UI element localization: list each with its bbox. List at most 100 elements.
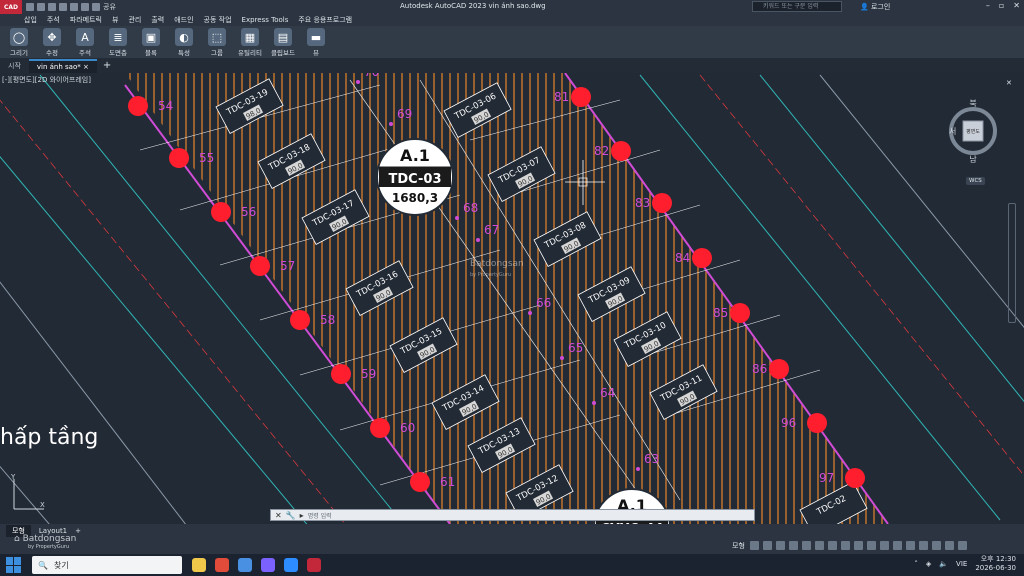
ribbon-button-layers[interactable]: ≣ 도면층 <box>103 26 133 58</box>
ribbon-button-properties[interactable]: ◐ 특성 <box>169 26 199 58</box>
boundary-marker[interactable] <box>290 310 310 330</box>
units-icon[interactable] <box>893 541 902 550</box>
lineweight-icon[interactable] <box>828 541 837 550</box>
add-tab-button[interactable]: + <box>97 60 117 71</box>
viewcube-compass[interactable]: 평면도 북 서 남 <box>946 95 1002 165</box>
ribbon-button-draw[interactable]: ◯ 그리기 <box>4 26 34 58</box>
tab-insert[interactable]: 삽입 <box>24 15 37 25</box>
otrack-icon[interactable] <box>815 541 824 550</box>
command-line[interactable]: ✕ 🔧 ▸ 명령 입력 <box>270 509 755 521</box>
tab-parametric[interactable]: 파라메트릭 <box>70 15 102 25</box>
new-file-icon[interactable] <box>26 3 34 11</box>
tab-annotate[interactable]: 주석 <box>47 15 60 25</box>
viewport-close-icon[interactable]: ✕ <box>1006 79 1012 87</box>
language-indicator[interactable]: VIE <box>956 560 967 568</box>
block-label[interactable]: A.1 TDC-03 1680,3 <box>376 138 454 216</box>
maximize-icon[interactable]: ▫ <box>999 1 1004 10</box>
model-space-button[interactable]: 모형 <box>732 541 745 551</box>
minimize-icon[interactable]: – <box>986 1 990 10</box>
viewport-controls[interactable]: [-][평면도][2D 와이어프레임] <box>2 75 91 85</box>
login-button[interactable]: 👤 로그인 <box>860 2 890 12</box>
file-explorer-icon[interactable] <box>192 558 206 572</box>
tab-file[interactable]: vin ánh sao* × <box>28 58 97 73</box>
command-history-icon[interactable]: ▸ <box>300 511 304 520</box>
boundary-marker[interactable] <box>211 202 231 222</box>
transparency-icon[interactable] <box>841 541 850 550</box>
boundary-marker[interactable] <box>807 413 827 433</box>
tab-collaborate[interactable]: 공동 작업 <box>204 15 232 25</box>
boundary-marker[interactable] <box>128 96 148 116</box>
boundary-marker[interactable] <box>370 418 390 438</box>
boundary-marker[interactable] <box>692 248 712 268</box>
autocad-logo-icon[interactable]: CAD <box>0 0 22 14</box>
ribbon-button-annotation[interactable]: A 주석 <box>70 26 100 58</box>
command-input[interactable]: 명령 입력 <box>308 511 332 520</box>
polar-icon[interactable] <box>789 541 798 550</box>
customize-icon[interactable] <box>958 541 967 550</box>
ribbon-button-utilities[interactable]: ▦ 유틸리티 <box>235 26 265 58</box>
boundary-marker[interactable] <box>331 364 351 384</box>
save-as-icon[interactable] <box>59 3 67 11</box>
redo-icon[interactable] <box>92 3 100 11</box>
tab-manage[interactable]: 관리 <box>128 15 141 25</box>
close-tab-icon[interactable]: × <box>83 63 89 71</box>
tray-arrow-icon[interactable]: ˄ <box>914 560 918 568</box>
quick-properties-icon[interactable] <box>906 541 915 550</box>
save-icon[interactable] <box>48 3 56 11</box>
boundary-marker[interactable] <box>571 87 591 107</box>
boundary-marker[interactable] <box>410 472 430 492</box>
help-search-input[interactable]: 키워드 또는 구문 입력 <box>752 1 842 12</box>
workspace-icon[interactable] <box>880 541 889 550</box>
boundary-marker[interactable] <box>845 468 865 488</box>
grid-icon[interactable] <box>750 541 759 550</box>
zoom-icon[interactable] <box>284 558 298 572</box>
isolate-icon[interactable] <box>919 541 928 550</box>
clean-screen-icon[interactable] <box>945 541 954 550</box>
ribbon-button-view[interactable]: ▬ 뷰 <box>301 26 331 58</box>
boundary-marker[interactable] <box>611 141 631 161</box>
wcs-menu[interactable]: WCS <box>966 177 985 185</box>
navigation-bar[interactable] <box>1008 203 1016 323</box>
annotation-scale-icon[interactable] <box>867 541 876 550</box>
ribbon-tabs: 삽입 주석 파라메트릭 뷰 관리 출력 애드인 공동 작업 Express To… <box>0 14 1024 26</box>
boundary-marker[interactable] <box>769 359 789 379</box>
network-icon[interactable]: ◈ <box>926 560 931 568</box>
print-icon[interactable] <box>70 3 78 11</box>
tab-express-tools[interactable]: Express Tools <box>242 16 289 24</box>
selection-cycling-icon[interactable] <box>854 541 863 550</box>
open-file-icon[interactable] <box>37 3 45 11</box>
osnap-icon[interactable] <box>802 541 811 550</box>
tab-featured-apps[interactable]: 주요 응용프로그램 <box>298 15 352 25</box>
chrome-icon[interactable] <box>215 558 229 572</box>
tab-start[interactable]: 시작 <box>0 61 29 71</box>
close-command-icon[interactable]: ✕ <box>275 511 282 520</box>
ribbon-button-clipboard[interactable]: ▤ 클립보드 <box>268 26 298 58</box>
command-settings-icon[interactable]: 🔧 <box>286 511 296 520</box>
remote-desktop-icon[interactable] <box>238 558 252 572</box>
ribbon-button-block[interactable]: ▣ 블록 <box>136 26 166 58</box>
undo-icon[interactable] <box>81 3 89 11</box>
point-number: 81 <box>554 90 569 104</box>
boundary-marker[interactable] <box>250 256 270 276</box>
close-icon[interactable]: ✕ <box>1013 1 1020 10</box>
boundary-marker[interactable] <box>730 303 750 323</box>
ribbon-button-modify[interactable]: ✥ 수정 <box>37 26 67 58</box>
drawing-svg[interactable]: TDC-03-1998,0TDC-03-1890,0TDC-03-1790,0T… <box>0 73 1024 524</box>
ribbon-button-group[interactable]: ⬚ 그룹 <box>202 26 232 58</box>
hardware-accel-icon[interactable] <box>932 541 941 550</box>
autocad-taskbar-icon[interactable] <box>307 558 321 572</box>
volume-icon[interactable]: 🔈 <box>939 560 948 568</box>
ortho-icon[interactable] <box>776 541 785 550</box>
tab-view[interactable]: 뷰 <box>112 15 118 25</box>
boundary-marker[interactable] <box>169 148 189 168</box>
snap-icon[interactable] <box>763 541 772 550</box>
drawing-canvas[interactable]: TDC-03-19 98,0 TDC-03-18 90,0 TDC-03-17 90,0 T… <box>0 73 1024 524</box>
windows-start-icon[interactable] <box>6 557 22 573</box>
boundary-marker[interactable] <box>652 193 672 213</box>
taskbar-search-input[interactable]: 🔍 찾기 <box>32 556 182 574</box>
share-button[interactable]: 공유 <box>103 2 116 12</box>
app-icon[interactable] <box>261 558 275 572</box>
tab-output[interactable]: 출력 <box>151 15 164 25</box>
clock[interactable]: 오후 12:30 2026-06-30 <box>975 555 1016 573</box>
tab-addins[interactable]: 애드인 <box>174 15 193 25</box>
